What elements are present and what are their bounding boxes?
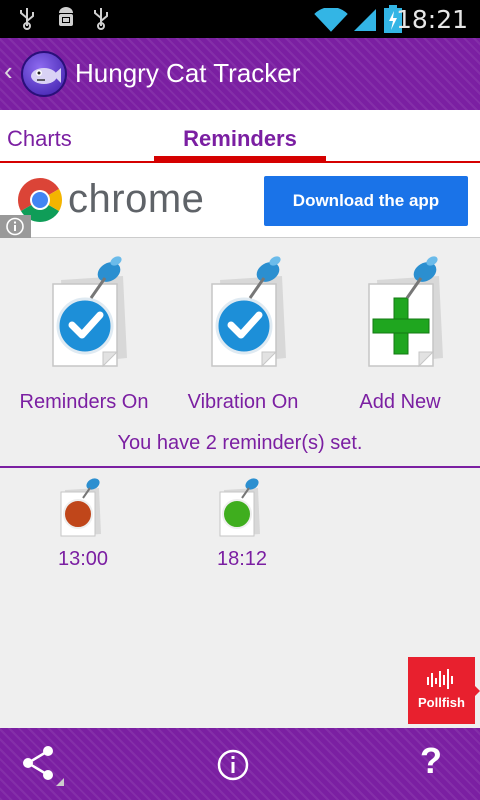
bottom-bar: ? <box>0 728 480 800</box>
reminder-count-text: You have 2 reminder(s) set. <box>117 432 363 454</box>
pollfish-handle[interactable] <box>475 686 480 696</box>
ad-brand: chrome <box>68 177 205 221</box>
pinned-note-plus-icon <box>345 246 455 374</box>
pinned-note-checkmark-icon <box>188 246 298 374</box>
action-label: Vibration On <box>187 391 299 413</box>
pinned-note-status-icon <box>214 474 270 538</box>
status-dot-icon <box>63 499 93 529</box>
app-title: Hungry Cat Tracker <box>75 58 301 88</box>
action-bar: ‹ Hungry Cat Tracker <box>0 38 480 110</box>
clock: 18:21 <box>395 5 468 34</box>
status-bar: 18:21 <box>0 0 480 38</box>
pinned-note-checkmark-icon <box>29 246 139 374</box>
android-debug-icon <box>59 7 73 26</box>
pollfish-bars-icon <box>427 669 453 689</box>
tab-reminders[interactable]: Reminders <box>154 126 326 152</box>
ad-banner[interactable]: chrome Download the app <box>0 163 480 238</box>
status-dot-icon <box>222 499 252 529</box>
share-icon[interactable] <box>20 742 66 788</box>
pinned-note-status-icon <box>55 474 111 538</box>
tab-charts[interactable]: Charts <box>7 126 72 152</box>
signal-icon <box>354 9 376 31</box>
reminder-time: 13:00 <box>57 548 109 570</box>
pollfish-badge[interactable]: Pollfish <box>408 657 475 724</box>
section-divider <box>0 466 480 468</box>
pollfish-label: Pollfish <box>418 695 465 710</box>
up-navigation-icon[interactable]: ‹ <box>4 56 13 87</box>
add-new-button[interactable]: Add New <box>320 246 480 416</box>
vibration-on-toggle[interactable]: Vibration On <box>163 246 323 416</box>
reminders-on-toggle[interactable]: Reminders On <box>4 246 164 416</box>
usb-icon <box>94 8 108 30</box>
usb-icon <box>20 8 34 30</box>
info-icon[interactable] <box>0 215 31 238</box>
action-label: Reminders On <box>19 391 149 413</box>
reminder-item[interactable]: 13:00 <box>33 474 133 574</box>
ad-download-button[interactable]: Download the app <box>264 176 468 226</box>
reminder-item[interactable]: 18:12 <box>192 474 292 574</box>
reminder-time: 18:12 <box>216 548 268 570</box>
tab-bar: Charts Reminders <box>0 110 480 162</box>
help-icon[interactable]: ? <box>420 740 442 782</box>
info-icon[interactable] <box>217 749 249 781</box>
action-label: Add New <box>359 391 441 413</box>
cat-fish-logo-icon[interactable] <box>21 51 67 97</box>
wifi-icon <box>314 8 348 32</box>
